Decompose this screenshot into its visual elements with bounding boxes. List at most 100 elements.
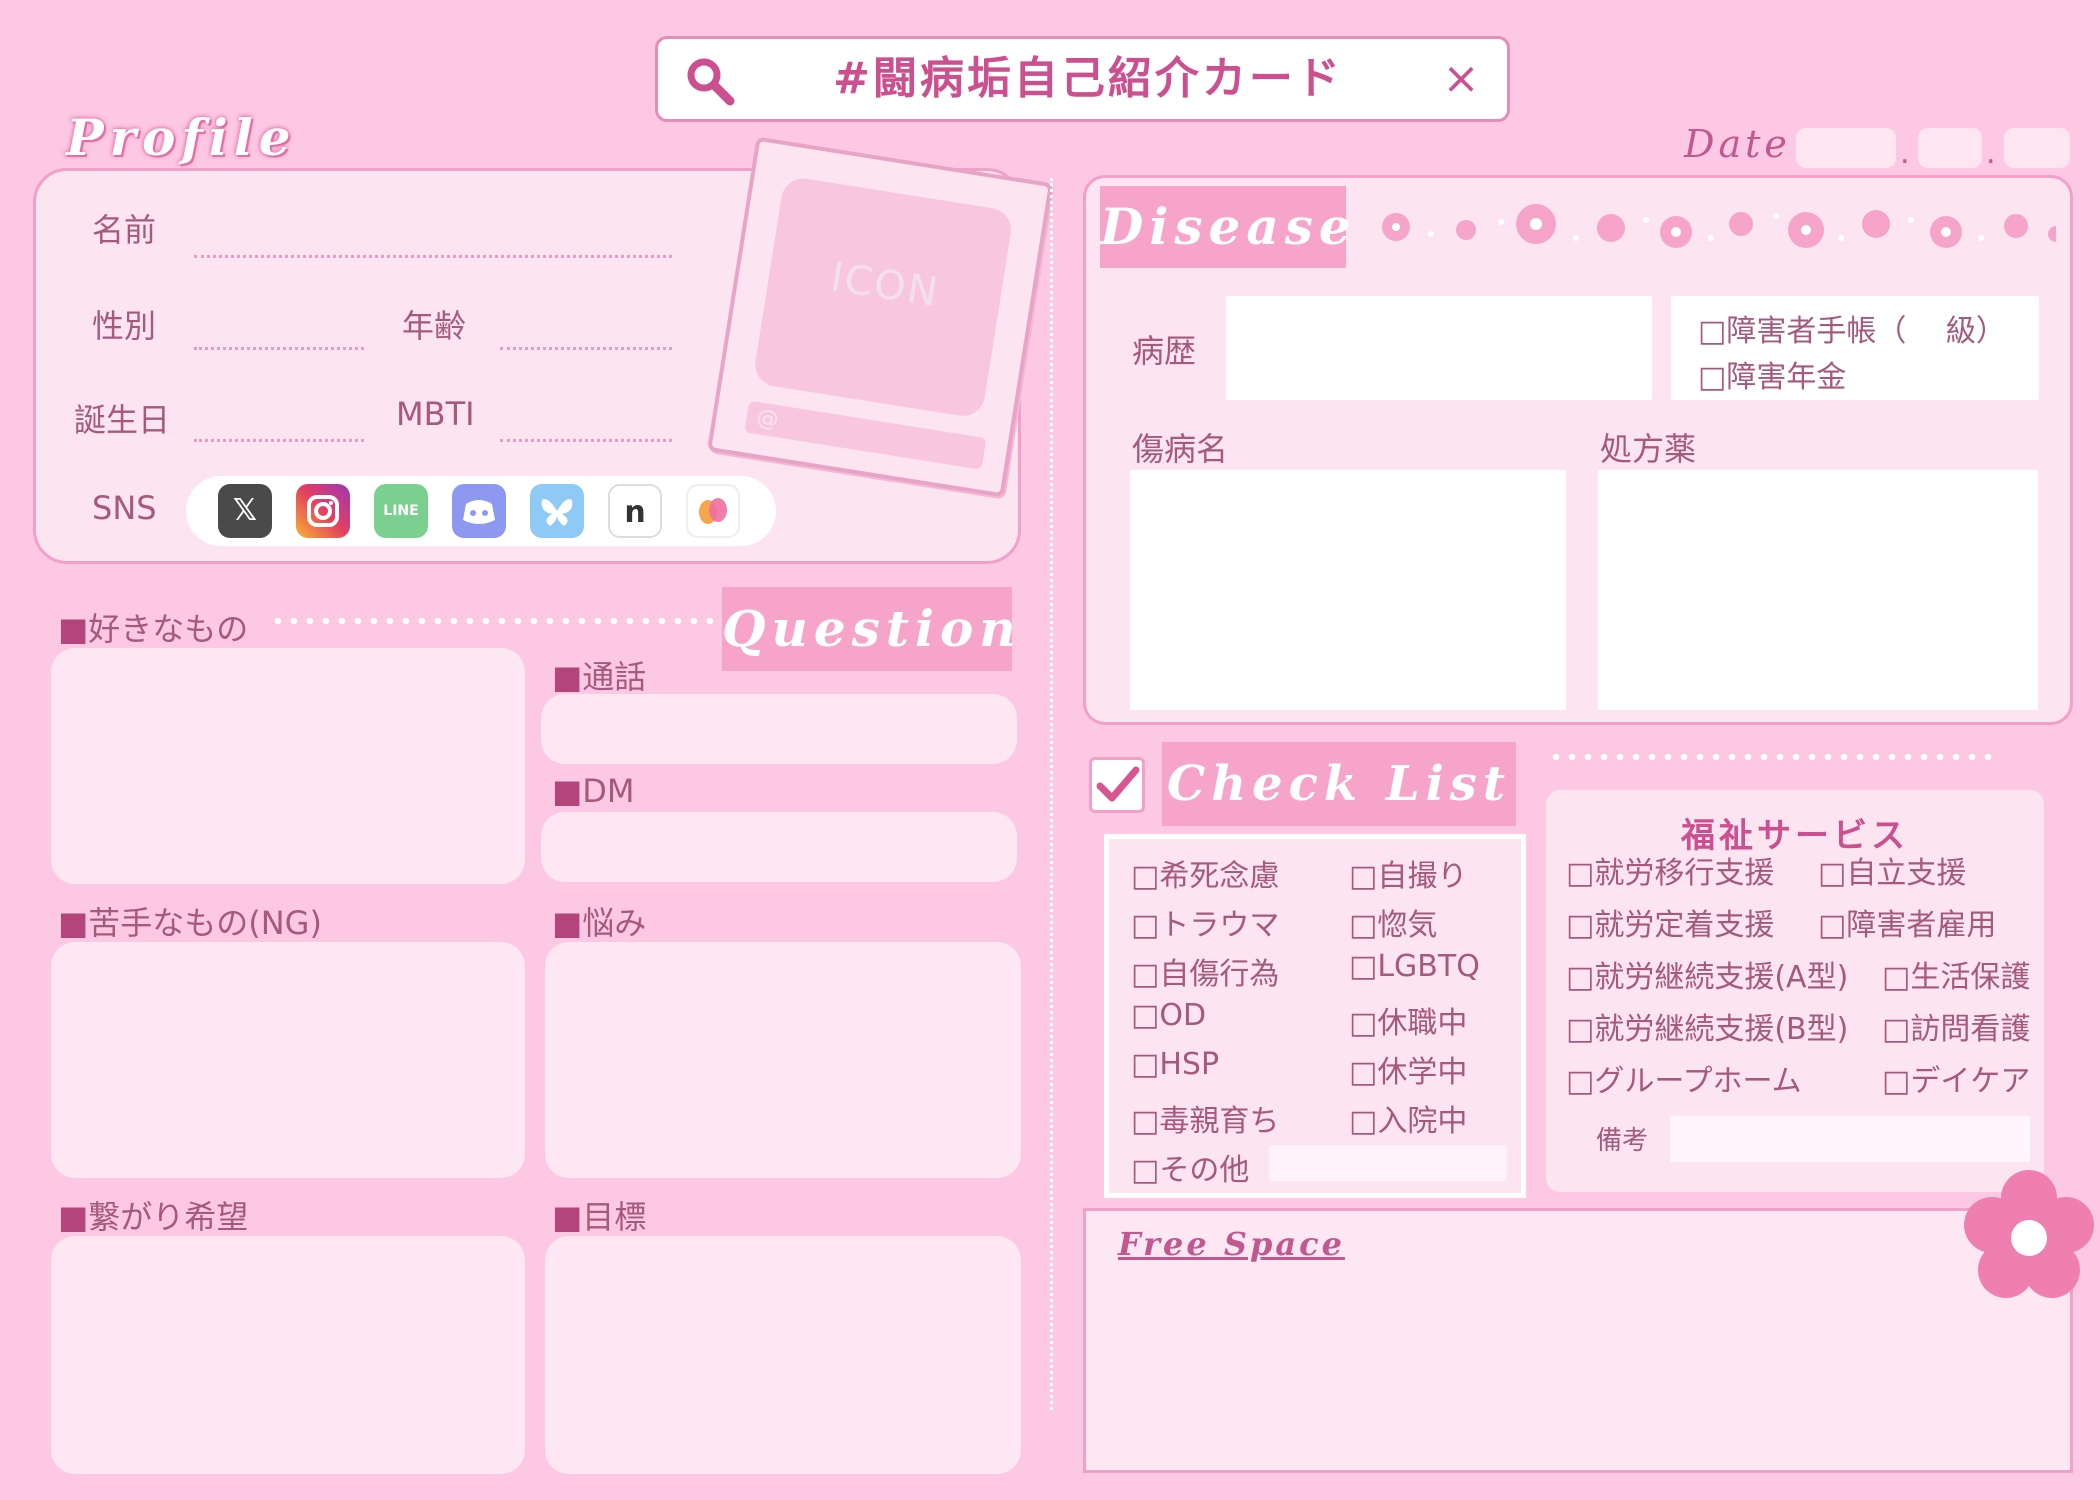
prescription-box[interactable] — [1598, 470, 2038, 710]
history-box[interactable] — [1226, 296, 1652, 400]
checklist-item[interactable]: □HSP — [1131, 1047, 1219, 1082]
worries-label: ■悩み — [552, 898, 646, 944]
checklist-item[interactable]: □惚気 — [1349, 900, 1437, 944]
worries-text: 悩み — [582, 904, 647, 942]
free-space-title: Free Space — [1118, 1225, 1345, 1263]
birthday-label: 誕生日 — [74, 401, 171, 439]
date-label: Date — [1684, 122, 1791, 166]
dm-box[interactable] — [541, 812, 1017, 882]
dotted-divider — [1548, 754, 1996, 760]
close-icon[interactable]: × — [1437, 39, 1485, 119]
worries-box[interactable] — [545, 942, 1021, 1178]
mbti-field[interactable] — [500, 439, 672, 442]
instagram-icon[interactable] — [296, 484, 350, 538]
square-bullet: ■ — [58, 904, 89, 942]
checklist-item[interactable]: □休職中 — [1349, 998, 1467, 1042]
notes-label: 備考 — [1596, 1126, 1649, 1156]
call-text: 通話 — [582, 658, 647, 696]
other-sns-icon[interactable] — [686, 484, 740, 538]
other-field[interactable] — [1269, 1145, 1507, 1181]
welfare-item[interactable]: □就労移行支援 — [1566, 848, 1774, 892]
date-day-field[interactable] — [2004, 128, 2070, 168]
checklist-box: □希死念慮 □トラウマ □自傷行為 □OD □HSP □毒親育ち □その他 □自… — [1104, 834, 1526, 1198]
checklist-title: Check List — [1166, 756, 1511, 812]
goals-box[interactable] — [545, 1236, 1021, 1474]
profile-title: Profile — [66, 108, 297, 167]
checklist-item[interactable]: □休学中 — [1349, 1047, 1467, 1091]
mbti-label: MBTI — [396, 395, 475, 433]
checklist-item[interactable]: □毒親育ち — [1131, 1096, 1279, 1140]
goals-label: ■目標 — [552, 1192, 646, 1238]
icon-placeholder[interactable]: ICON — [752, 175, 1015, 420]
icon-polaroid[interactable]: ICON @ — [706, 136, 1054, 498]
line-icon[interactable]: LINE — [374, 484, 428, 538]
checklist-tab: Check List — [1162, 742, 1516, 826]
x-icon[interactable]: 𝕏 — [218, 484, 272, 538]
disability-handbook-checkbox[interactable]: □障害者手帳（ 級） — [1698, 306, 2006, 350]
note-icon[interactable]: n — [608, 484, 662, 538]
date-separator: . — [1986, 136, 1996, 171]
dislikes-text: 苦手なもの(NG) — [88, 904, 322, 942]
handle-at-label: @ — [754, 405, 781, 434]
disease-title: Disease — [1100, 197, 1357, 256]
welfare-item[interactable]: □就労継続支援(A型) — [1566, 952, 1848, 996]
dislikes-box[interactable] — [51, 942, 525, 1178]
likes-box[interactable] — [51, 648, 525, 884]
gender-label: 性別 — [92, 307, 157, 345]
square-bullet: ■ — [58, 610, 89, 648]
age-field[interactable] — [500, 347, 672, 350]
search-bar[interactable]: #闘病垢自己紹介カード × — [655, 36, 1510, 122]
checklist-item[interactable]: □希死念慮 — [1131, 851, 1279, 895]
welfare-item[interactable]: □デイケア — [1882, 1056, 2030, 1100]
diagnosis-label: 傷病名 — [1132, 430, 1229, 468]
square-bullet: ■ — [552, 772, 583, 810]
sns-icon-row: 𝕏 LINE n — [186, 476, 776, 546]
question-title: Question — [722, 599, 1022, 658]
welfare-item[interactable]: □グループホーム — [1566, 1056, 1802, 1100]
bluesky-icon[interactable] — [530, 484, 584, 538]
welfare-item[interactable]: □生活保護 — [1882, 952, 2030, 996]
notes-field[interactable] — [1670, 1116, 2030, 1162]
checklist-item[interactable]: □自撮り — [1349, 851, 1467, 895]
connections-box[interactable] — [51, 1236, 525, 1474]
welfare-item[interactable]: □訪問看護 — [1882, 1004, 2030, 1048]
birthday-field[interactable] — [194, 439, 364, 442]
dislikes-label: ■苦手なもの(NG) — [58, 898, 322, 944]
search-icon — [687, 58, 735, 106]
likes-text: 好きなもの — [88, 610, 249, 648]
dm-label: ■DM — [552, 772, 634, 810]
checkmark-icon — [1089, 757, 1145, 813]
welfare-item[interactable]: □自立支援 — [1818, 848, 1966, 892]
square-bullet: ■ — [552, 904, 583, 942]
welfare-item[interactable]: □障害者雇用 — [1818, 900, 1996, 944]
disability-pension-checkbox[interactable]: □障害年金 — [1698, 352, 1846, 396]
checklist-item[interactable]: □自傷行為 — [1131, 949, 1279, 993]
checklist-item[interactable]: □その他 — [1131, 1145, 1249, 1189]
gender-field[interactable] — [194, 347, 364, 350]
diagnosis-box[interactable] — [1130, 470, 1566, 710]
checklist-item[interactable]: □入院中 — [1349, 1096, 1467, 1140]
goals-text: 目標 — [582, 1198, 647, 1236]
dm-text: DM — [582, 772, 635, 810]
card-title: #闘病垢自己紹介カード — [833, 53, 1343, 104]
checklist-item[interactable]: □トラウマ — [1131, 900, 1279, 944]
name-label: 名前 — [92, 211, 157, 249]
call-box[interactable] — [541, 694, 1017, 764]
square-bullet: ■ — [58, 1198, 89, 1236]
free-space-box[interactable]: Free Space — [1083, 1208, 2073, 1473]
discord-icon[interactable] — [452, 484, 506, 538]
name-field[interactable] — [194, 255, 672, 258]
welfare-services-box: 福祉サービス □就労移行支援 □就労定着支援 □就労継続支援(A型) □就労継続… — [1546, 790, 2044, 1192]
icon-label: ICON — [827, 254, 943, 317]
date-year-field[interactable] — [1796, 128, 1896, 168]
date-month-field[interactable] — [1918, 128, 1982, 168]
checklist-item[interactable]: □OD — [1131, 998, 1206, 1033]
welfare-item[interactable]: □就労定着支援 — [1566, 900, 1774, 944]
welfare-item[interactable]: □就労継続支援(B型) — [1566, 1004, 1848, 1048]
vertical-divider — [1050, 178, 1053, 1410]
square-bullet: ■ — [552, 1198, 583, 1236]
likes-label: ■好きなもの — [58, 604, 248, 650]
flower-icon — [1964, 1170, 2094, 1298]
checklist-item[interactable]: □LGBTQ — [1349, 949, 1480, 984]
question-tab: Question — [722, 587, 1022, 671]
